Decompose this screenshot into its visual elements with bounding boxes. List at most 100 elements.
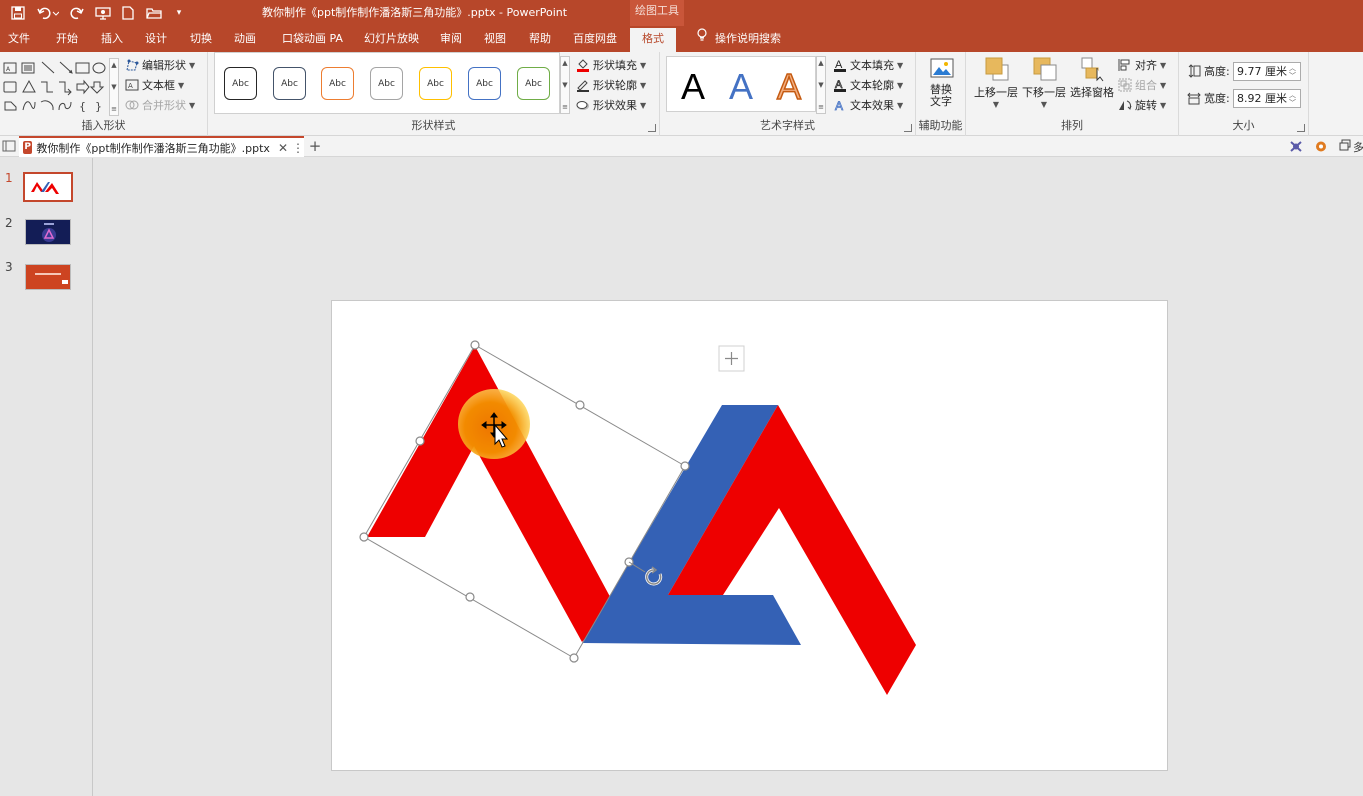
tabs-panel-icon[interactable] <box>2 139 16 153</box>
width-spinner[interactable]: ︿ ﹀ <box>1289 91 1296 107</box>
resize-handle[interactable] <box>569 653 579 663</box>
shape-style-swatch[interactable]: Abc <box>468 67 501 100</box>
dialog-launcher-icon[interactable] <box>904 124 912 132</box>
shape-outline-button[interactable]: 形状轮廓 ▼ <box>576 76 646 94</box>
bring-forward-button[interactable]: 上移一层 ▼ <box>974 56 1018 109</box>
slide-thumbnail-3[interactable] <box>25 264 71 290</box>
edit-shape-button[interactable]: 编辑形状 ▼ <box>125 56 195 74</box>
merge-shapes-button[interactable]: 合并形状 ▼ <box>125 96 195 114</box>
spin-down-icon[interactable]: ﹀ <box>1289 72 1296 80</box>
spin-up-icon[interactable]: ︿ <box>1289 64 1296 72</box>
alt-text-button[interactable]: 替换 文字 <box>924 56 958 108</box>
height-input[interactable]: 9.77 厘米 ︿ ﹀ <box>1233 62 1301 81</box>
width-input[interactable]: 8.92 厘米 ︿ ﹀ <box>1233 89 1301 108</box>
svg-text:{: { <box>79 100 86 113</box>
tell-me-search[interactable]: 操作说明搜索 <box>697 26 781 52</box>
shape-gallery-scroll[interactable]: ▲ ▼ ≡ <box>109 58 119 116</box>
shape-style-gallery[interactable]: Abc Abc Abc Abc Abc Abc Abc <box>214 52 560 114</box>
tab-design[interactable]: 设计 <box>145 26 167 52</box>
multi-window-button[interactable]: 多 <box>1339 138 1363 155</box>
shape-style-swatch[interactable]: Abc <box>419 67 452 100</box>
new-tab-icon[interactable]: + <box>306 136 324 157</box>
open-folder-icon[interactable] <box>144 3 164 23</box>
add-content-icon[interactable] <box>718 345 745 372</box>
text-box-button[interactable]: A 文本框 ▼ <box>125 76 184 94</box>
swatch-text: Abc <box>476 78 493 89</box>
tab-review[interactable]: 审阅 <box>440 26 462 52</box>
dialog-launcher-icon[interactable] <box>648 124 656 132</box>
shape-fill-button[interactable]: 形状填充 ▼ <box>576 56 646 74</box>
dialog-launcher-icon[interactable] <box>1297 124 1305 132</box>
align-button[interactable]: 对齐 ▼ <box>1118 56 1166 74</box>
scroll-down-icon[interactable]: ▼ <box>562 81 567 89</box>
more-options-icon[interactable]: ⋮ <box>292 141 304 155</box>
document-tab[interactable]: P 教你制作《ppt制作制作潘洛斯三角功能》.pptx ✕ ⋮ <box>19 136 304 157</box>
tab-help[interactable]: 帮助 <box>529 26 551 52</box>
scroll-up-icon[interactable]: ▲ <box>562 59 567 67</box>
resize-handle[interactable] <box>680 461 690 471</box>
tab-home[interactable]: 开始 <box>56 26 78 52</box>
tab-transitions[interactable]: 切换 <box>190 26 212 52</box>
shape-style-swatch[interactable]: Abc <box>517 67 550 100</box>
settings-gear-icon[interactable] <box>1313 139 1329 154</box>
shape-style-swatch[interactable]: Abc <box>370 67 403 100</box>
slide-number: 1 <box>5 171 13 185</box>
resize-handle[interactable] <box>465 592 475 602</box>
send-backward-button[interactable]: 下移一层 ▼ <box>1022 56 1066 109</box>
wordart-gallery[interactable]: A A A <box>666 56 816 112</box>
gallery-more-icon[interactable]: ≡ <box>111 105 117 113</box>
text-outline-icon: A <box>833 78 847 92</box>
spin-down-icon[interactable]: ﹀ <box>1289 99 1296 107</box>
shape-gallery[interactable]: A {} <box>3 60 107 114</box>
tab-animations[interactable]: 动画 <box>234 26 256 52</box>
height-spinner[interactable]: ︿ ﹀ <box>1289 64 1296 80</box>
shape-style-swatch[interactable]: Abc <box>273 67 306 100</box>
chevron-down-icon: ▼ <box>897 80 904 90</box>
slideshow-from-start-icon[interactable] <box>94 3 112 23</box>
gallery-more-icon[interactable]: ≡ <box>562 103 568 111</box>
slide-thumbnail-1[interactable] <box>23 172 73 202</box>
resize-handle[interactable] <box>470 340 480 350</box>
tab-file[interactable]: 文件 <box>8 26 30 52</box>
tab-slideshow[interactable]: 幻灯片放映 <box>364 26 419 52</box>
redo-icon[interactable] <box>68 3 86 23</box>
resize-handle[interactable] <box>415 436 425 446</box>
chevron-down-icon: ▼ <box>897 60 904 70</box>
shape-style-gallery-scroll[interactable]: ▲ ▼ ≡ <box>560 56 570 114</box>
scroll-down-icon[interactable]: ▼ <box>818 81 823 89</box>
scroll-up-icon[interactable]: ▲ <box>111 61 116 69</box>
rotate-button[interactable]: 旋转 ▼ <box>1118 96 1166 114</box>
wordart-blue[interactable]: A <box>719 64 763 110</box>
shape-style-swatch[interactable]: Abc <box>224 67 257 100</box>
customize-quick-access-icon[interactable]: ▾ <box>172 3 186 23</box>
close-icon[interactable]: ✕ <box>278 141 288 155</box>
group-label-shape-styles: 形状样式 <box>411 119 456 132</box>
tab-baidu-netdisk[interactable]: 百度网盘 <box>573 26 617 52</box>
tab-view[interactable]: 视图 <box>484 26 506 52</box>
text-fill-button[interactable]: A 文本填充 ▼ <box>833 56 903 74</box>
wordart-gallery-scroll[interactable]: ▲ ▼ ≡ <box>816 56 826 114</box>
spin-up-icon[interactable]: ︿ <box>1289 91 1296 99</box>
undo-icon[interactable] <box>34 3 62 23</box>
tab-format[interactable]: 格式 <box>630 28 676 52</box>
selection-pane-icon <box>1080 56 1104 82</box>
wordart-black[interactable]: A <box>671 64 715 110</box>
resize-handle[interactable] <box>359 532 369 542</box>
wordart-orange-outline[interactable]: A <box>767 64 811 110</box>
shape-effects-button[interactable]: 形状效果 ▼ <box>576 96 646 114</box>
extension-icon[interactable] <box>1288 139 1304 154</box>
new-file-icon[interactable] <box>120 3 136 23</box>
text-outline-button[interactable]: A 文本轮廓 ▼ <box>833 76 903 94</box>
text-effects-button[interactable]: A 文本效果 ▼ <box>833 96 904 114</box>
selection-pane-button[interactable]: 选择窗格 <box>1070 56 1114 100</box>
tab-insert[interactable]: 插入 <box>101 26 123 52</box>
resize-handle[interactable] <box>575 400 585 410</box>
gallery-more-icon[interactable]: ≡ <box>818 103 824 111</box>
slide-thumbnail-2[interactable] <box>25 219 71 245</box>
group-objects-button[interactable]: 组合 ▼ <box>1118 76 1166 94</box>
save-icon[interactable] <box>8 3 28 23</box>
scroll-up-icon[interactable]: ▲ <box>818 59 823 67</box>
tab-pocket-animation[interactable]: 口袋动画 PA <box>282 26 343 52</box>
scroll-down-icon[interactable]: ▼ <box>111 83 116 91</box>
shape-style-swatch[interactable]: Abc <box>321 67 354 100</box>
